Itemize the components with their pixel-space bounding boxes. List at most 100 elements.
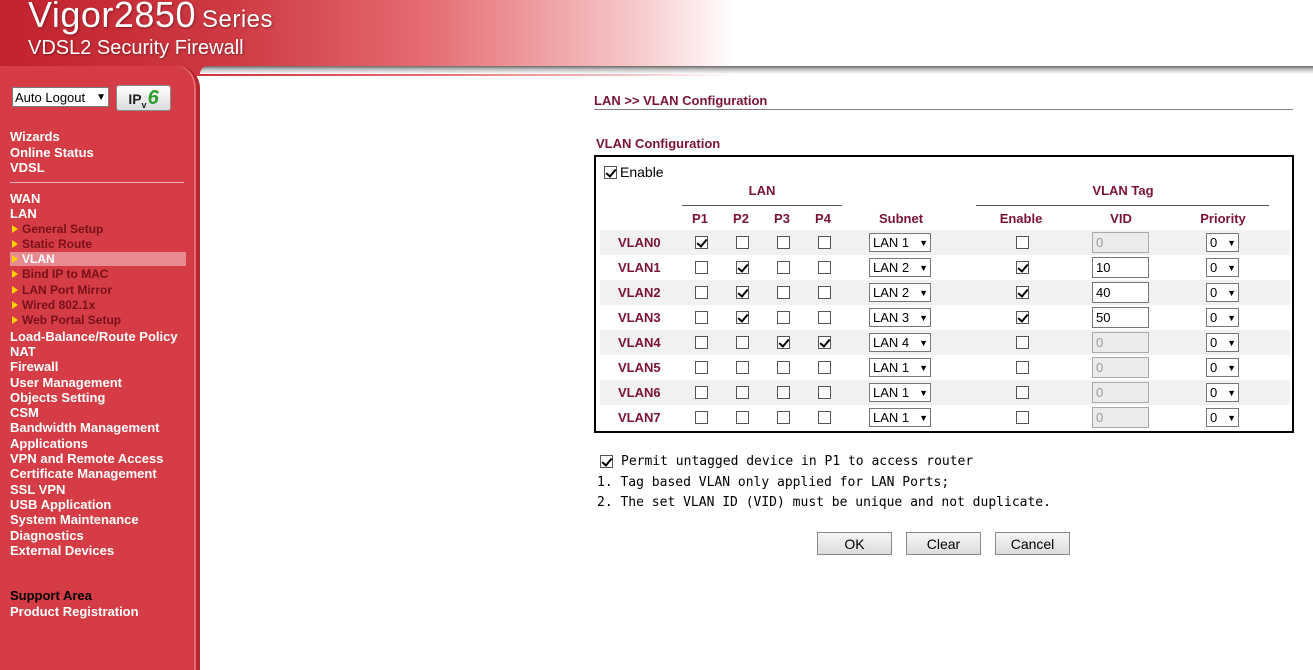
priority-select[interactable]: 0 ▼ [1206, 233, 1239, 252]
priority-select[interactable]: 0 ▼ [1206, 283, 1239, 302]
permit-untagged-checkbox[interactable] [600, 455, 613, 468]
sidebar-item-lan[interactable]: LAN [10, 206, 37, 221]
port-p3-checkbox[interactable] [777, 336, 790, 349]
sidebar-subitem-web-portal-setup[interactable]: Web Portal Setup [10, 313, 121, 327]
enable-checkbox[interactable] [604, 165, 617, 179]
port-p1-checkbox[interactable] [695, 336, 708, 349]
port-p3-checkbox[interactable] [777, 261, 790, 274]
sidebar-item-online-status[interactable]: Online Status [10, 145, 94, 160]
port-p3-checkbox[interactable] [777, 386, 790, 399]
port-p2-checkbox[interactable] [736, 261, 749, 274]
cancel-button[interactable]: Cancel [995, 532, 1070, 555]
subnet-select[interactable]: LAN 3 ▼ [869, 308, 931, 327]
priority-select[interactable]: 0 ▼ [1206, 308, 1239, 327]
port-p1-checkbox[interactable] [695, 361, 708, 374]
sidebar-item-certificate-management[interactable]: Certificate Management [10, 466, 157, 481]
sidebar-subitem-general-setup[interactable]: General Setup [10, 222, 103, 236]
port-p3-checkbox[interactable] [777, 311, 790, 324]
sidebar-item-external-devices[interactable]: External Devices [10, 543, 114, 558]
port-p1-checkbox[interactable] [695, 286, 708, 299]
chevron-down-icon: ▼ [1227, 362, 1236, 373]
sidebar-item-applications[interactable]: Applications [10, 436, 88, 451]
sidebar-item-objects-setting[interactable]: Objects Setting [10, 390, 105, 405]
vid-input[interactable]: 0 [1092, 332, 1149, 353]
port-p3-checkbox[interactable] [777, 286, 790, 299]
port-p2-checkbox[interactable] [736, 236, 749, 249]
port-p4-checkbox[interactable] [818, 361, 831, 374]
vlan-tag-enable-checkbox[interactable] [1016, 286, 1029, 299]
vid-input[interactable]: 50 [1092, 307, 1149, 328]
port-p1-checkbox[interactable] [695, 411, 708, 424]
subnet-select[interactable]: LAN 1 ▼ [869, 233, 931, 252]
sidebar-item-nat[interactable]: NAT [10, 344, 36, 359]
port-p2-checkbox[interactable] [736, 386, 749, 399]
port-p4-checkbox[interactable] [818, 236, 831, 249]
vid-input[interactable]: 0 [1092, 407, 1149, 428]
port-p4-checkbox[interactable] [818, 286, 831, 299]
port-p4-checkbox[interactable] [818, 411, 831, 424]
subnet-select[interactable]: LAN 1 ▼ [869, 408, 931, 427]
subnet-select[interactable]: LAN 1 ▼ [869, 358, 931, 377]
vid-input[interactable]: 0 [1092, 357, 1149, 378]
product-registration-link[interactable]: Product Registration [10, 604, 139, 619]
port-p1-checkbox[interactable] [695, 386, 708, 399]
port-p1-checkbox[interactable] [695, 261, 708, 274]
sidebar-item-wan[interactable]: WAN [10, 191, 40, 206]
vlan-tag-enable-checkbox[interactable] [1016, 386, 1029, 399]
subnet-select[interactable]: LAN 2 ▼ [869, 283, 931, 302]
sidebar-item-wizards[interactable]: Wizards [10, 129, 60, 144]
port-p2-checkbox[interactable] [736, 311, 749, 324]
vlan-tag-enable-checkbox[interactable] [1016, 411, 1029, 424]
clear-button[interactable]: Clear [906, 532, 981, 555]
sidebar-subitem-lan-port-mirror[interactable]: LAN Port Mirror [10, 283, 112, 297]
vid-input[interactable]: 10 [1092, 257, 1149, 278]
sidebar-item-user-management[interactable]: User Management [10, 375, 122, 390]
sidebar-item-system-maintenance[interactable]: System Maintenance [10, 512, 139, 527]
vlan-tag-enable-checkbox[interactable] [1016, 261, 1029, 274]
subnet-select[interactable]: LAN 4 ▼ [869, 333, 931, 352]
port-p4-checkbox[interactable] [818, 336, 831, 349]
port-p2-checkbox[interactable] [736, 411, 749, 424]
port-p4-checkbox[interactable] [818, 386, 831, 399]
subnet-select[interactable]: LAN 1 ▼ [869, 383, 931, 402]
vid-input[interactable]: 0 [1092, 232, 1149, 253]
sidebar-subitem-wired-802-1x[interactable]: Wired 802.1x [10, 298, 95, 312]
port-p4-checkbox[interactable] [818, 311, 831, 324]
port-p3-checkbox[interactable] [777, 236, 790, 249]
port-p1-checkbox[interactable] [695, 236, 708, 249]
sidebar-item-firewall[interactable]: Firewall [10, 359, 58, 374]
sidebar-item-diagnostics[interactable]: Diagnostics [10, 528, 84, 543]
ipv6-button[interactable]: IPv6 [116, 85, 171, 111]
priority-select[interactable]: 0 ▼ [1206, 383, 1239, 402]
vlan-tag-enable-checkbox[interactable] [1016, 361, 1029, 374]
ok-button[interactable]: OK [817, 532, 892, 555]
port-p2-checkbox[interactable] [736, 361, 749, 374]
port-p3-checkbox[interactable] [777, 361, 790, 374]
vlan-tag-enable-checkbox[interactable] [1016, 311, 1029, 324]
sidebar-item-vdsl[interactable]: VDSL [10, 160, 45, 175]
sidebar-item-ssl-vpn[interactable]: SSL VPN [10, 482, 65, 497]
port-p2-checkbox[interactable] [736, 286, 749, 299]
sidebar-subitem-bind-ip-to-mac[interactable]: Bind IP to MAC [10, 267, 108, 281]
vlan-tag-enable-checkbox[interactable] [1016, 336, 1029, 349]
port-p3-checkbox[interactable] [777, 411, 790, 424]
sidebar-subitem-static-route[interactable]: Static Route [10, 237, 92, 251]
priority-select[interactable]: 0 ▼ [1206, 333, 1239, 352]
priority-select[interactable]: 0 ▼ [1206, 358, 1239, 377]
priority-select[interactable]: 0 ▼ [1206, 408, 1239, 427]
sidebar-item-csm[interactable]: CSM [10, 405, 39, 420]
sidebar-item-bandwidth-management[interactable]: Bandwidth Management [10, 420, 160, 435]
sidebar-item-load-balance-route-policy[interactable]: Load-Balance/Route Policy [10, 329, 178, 344]
port-p1-checkbox[interactable] [695, 311, 708, 324]
auto-logout-select[interactable]: Auto Logout ▼ [12, 87, 109, 107]
sidebar-item-vpn-and-remote-access[interactable]: VPN and Remote Access [10, 451, 163, 466]
port-p2-checkbox[interactable] [736, 336, 749, 349]
vlan-tag-enable-checkbox[interactable] [1016, 236, 1029, 249]
sidebar-subitem-vlan[interactable]: VLAN [10, 252, 186, 267]
sidebar-item-usb-application[interactable]: USB Application [10, 497, 111, 512]
vid-input[interactable]: 0 [1092, 382, 1149, 403]
priority-select[interactable]: 0 ▼ [1206, 258, 1239, 277]
port-p4-checkbox[interactable] [818, 261, 831, 274]
vid-input[interactable]: 40 [1092, 282, 1149, 303]
subnet-select[interactable]: LAN 2 ▼ [869, 258, 931, 277]
